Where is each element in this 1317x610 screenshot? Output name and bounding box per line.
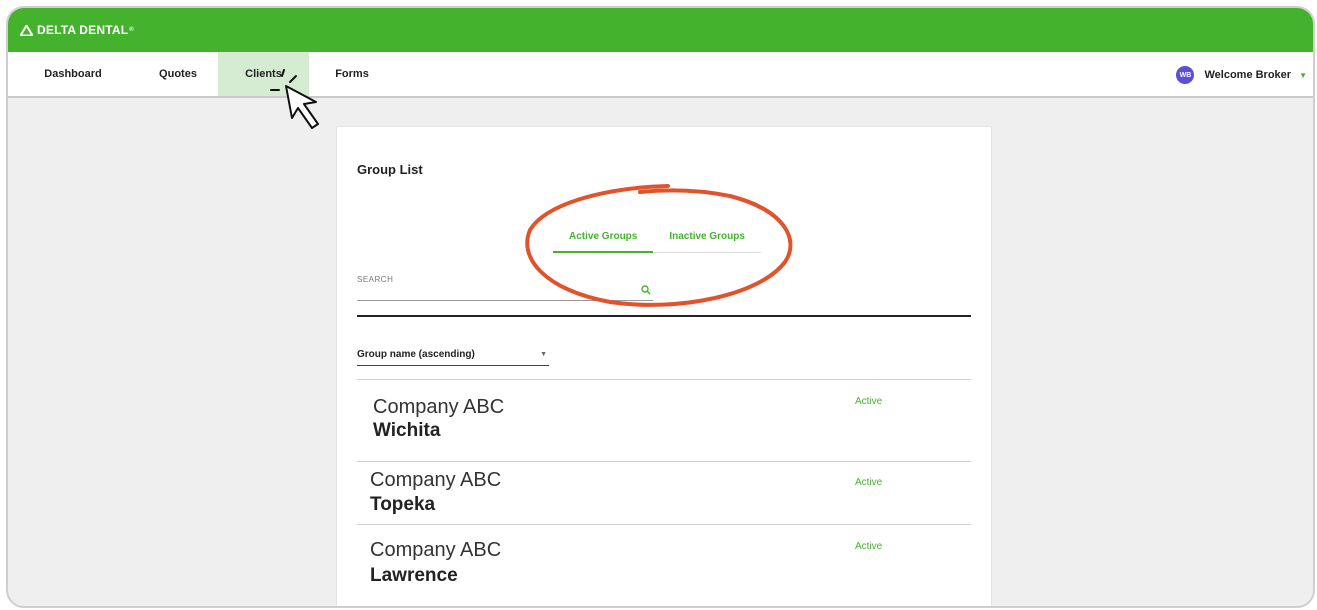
search-label: SEARCH (357, 275, 394, 284)
search-input[interactable] (357, 287, 627, 301)
registered-mark: ® (129, 27, 134, 33)
chevron-down-icon: ▼ (1299, 70, 1307, 80)
tab-active-groups[interactable]: Active Groups (553, 231, 654, 253)
group-tabs: Active Groups Inactive Groups (553, 231, 761, 253)
group-row[interactable]: Company ABC Lawrence Active (357, 524, 971, 606)
group-list-card: Group List Active Groups Inactive Groups… (336, 126, 992, 606)
app-window: DELTA DENTAL ® Dashboard Quotes Clients F… (6, 6, 1315, 608)
group-city: Wichita (373, 420, 441, 441)
group-company: Company ABC (373, 396, 505, 418)
group-row[interactable]: Company ABC Topeka Active (357, 461, 971, 524)
search-icon[interactable] (641, 285, 651, 295)
divider (357, 315, 971, 317)
delta-triangle-icon (20, 24, 33, 36)
group-city: Topeka (370, 494, 436, 515)
user-menu[interactable]: WB Welcome Broker ▼ (1176, 52, 1307, 98)
avatar: WB (1176, 66, 1195, 84)
nav-dashboard[interactable]: Dashboard (8, 52, 138, 96)
welcome-label: Welcome Broker (1204, 69, 1292, 81)
search-field: SEARCH (357, 275, 653, 301)
group-row[interactable]: Company ABC Wichita Active (357, 379, 971, 461)
tab-inactive-groups[interactable]: Inactive Groups (653, 231, 761, 253)
nav-clients[interactable]: Clients (218, 52, 309, 96)
status-badge: Active (855, 477, 883, 488)
brand-name: DELTA DENTAL (37, 23, 129, 37)
group-company: Company ABC (370, 539, 502, 561)
sort-selected-value: Group name (ascending) (357, 349, 475, 360)
delta-dental-logo[interactable]: DELTA DENTAL ® (20, 23, 134, 37)
brand-bar: DELTA DENTAL ® (8, 8, 1313, 52)
page-title: Group List (357, 162, 423, 177)
group-city: Lawrence (370, 565, 458, 586)
status-badge: Active (855, 396, 883, 407)
chevron-down-icon: ▼ (540, 351, 547, 358)
nav-forms[interactable]: Forms (309, 52, 395, 96)
sort-select[interactable]: Group name (ascending) ▼ (357, 349, 549, 366)
nav-quotes[interactable]: Quotes (138, 52, 218, 96)
status-badge: Active (855, 541, 883, 552)
group-company: Company ABC (370, 469, 502, 491)
main-nav: Dashboard Quotes Clients Forms WB Welcom… (8, 52, 1313, 98)
